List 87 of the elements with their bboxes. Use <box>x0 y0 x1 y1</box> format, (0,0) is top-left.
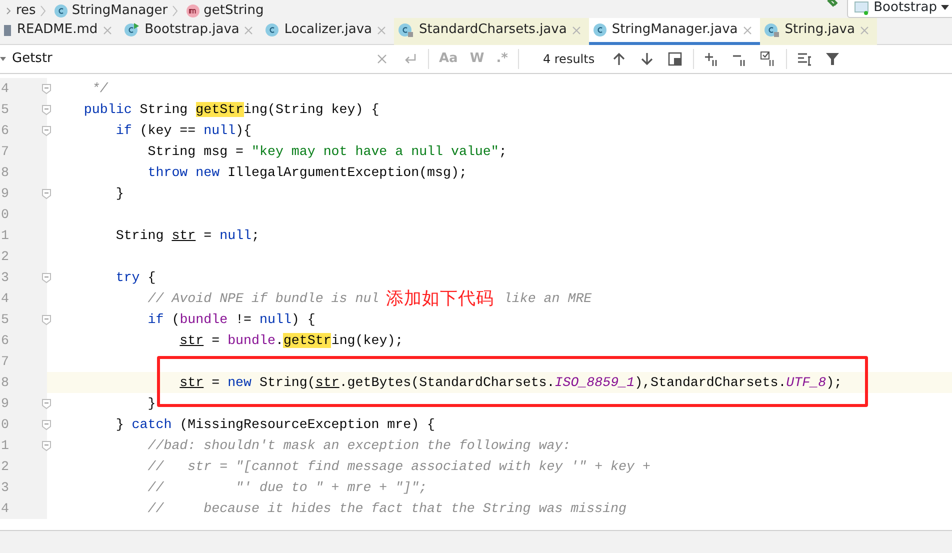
select-all-icon <box>666 51 683 67</box>
fold-icon[interactable] <box>42 84 51 94</box>
line-number: 7 <box>1 142 9 161</box>
run-config-dropdown[interactable]: Bootstrap <box>846 0 952 18</box>
code-line: // because it hides the fact that the String was missing <box>146 500 627 518</box>
editor-tab[interactable]: StringManager.java <box>588 18 760 45</box>
filter-icon <box>824 51 841 67</box>
close-icon <box>102 26 112 34</box>
line-number: 8 <box>1 374 9 392</box>
code-line: str = bundle.getString(key); <box>178 332 404 350</box>
code-line: if (bundle != null) { <box>146 310 316 329</box>
line-number: 6 <box>1 332 9 350</box>
next-icon <box>638 51 655 67</box>
line-number: 3 <box>1 478 9 497</box>
line-number: 6 <box>1 122 9 140</box>
fold-icon[interactable] <box>42 398 51 408</box>
code-line: // "' due to " + mre + "]"; <box>146 478 428 497</box>
line-number: 1 <box>1 436 9 455</box>
line-number: 9 <box>1 394 9 413</box>
editor-tab[interactable]: Localizer.java <box>261 18 394 45</box>
code-line: try { <box>114 268 156 287</box>
fold-icon[interactable] <box>42 188 51 198</box>
line-number: 2 <box>1 248 9 266</box>
previous-icon <box>610 51 627 67</box>
line-number: 3 <box>1 268 9 287</box>
app-icon <box>854 1 870 15</box>
editor-tab[interactable]: StandardCharsets.java <box>394 18 589 45</box>
class-icon <box>592 23 607 37</box>
editor-tab[interactable]: Bootstrap.java <box>120 18 262 45</box>
search-field[interactable]: Getstr <box>8 49 368 69</box>
fold-icon[interactable] <box>42 272 51 282</box>
line-number: 0 <box>1 416 9 434</box>
line-number: 4 <box>1 80 9 98</box>
caret-icon <box>941 5 949 11</box>
class-icon <box>764 22 780 38</box>
class-icon <box>265 23 280 37</box>
breadcrumb-item[interactable]: getString <box>204 3 264 18</box>
editor-tab[interactable]: String.java <box>760 18 877 45</box>
annotation-text: 添加如下代码 <box>386 290 494 310</box>
code-line: //bad: shouldn't mask an exception the following way: <box>146 436 571 455</box>
line-number: 5 <box>1 310 9 329</box>
line-number: 0 <box>1 206 9 224</box>
code-line: str = new String(str.getBytes(StandardCharsets.ISO_8859_1),StandardCharsets.UTF_8); <box>178 374 842 392</box>
fold-icon[interactable] <box>42 314 51 324</box>
line-number: 1 <box>1 226 9 245</box>
code-line: like an MRE <box>504 290 592 308</box>
close-icon <box>860 26 869 34</box>
results-count: 4 results <box>542 51 595 68</box>
fold-icon[interactable] <box>42 440 51 450</box>
code-line: } <box>146 394 156 413</box>
code-line: public String getString(String key) { <box>82 100 380 119</box>
method-icon <box>186 4 200 18</box>
editor-tab[interactable]: README.md <box>0 18 120 45</box>
close-icon <box>244 26 254 34</box>
code-line: // Avoid NPE if bundle is nul <box>146 290 380 308</box>
line-number: 2 <box>1 458 9 476</box>
close-icon <box>572 26 581 34</box>
class-icon <box>398 22 414 38</box>
close-icon <box>742 26 752 34</box>
breadcrumb-item[interactable]: res <box>16 3 36 18</box>
caret-icon <box>0 56 8 62</box>
chevron-icon <box>172 4 178 18</box>
code-line: */ <box>90 80 108 98</box>
fold-icon[interactable] <box>42 126 51 136</box>
line-number: 8 <box>1 164 9 182</box>
code-line: // str = "[cannot find message associated with key '" + key + <box>146 458 650 476</box>
code-line: String str = null; <box>114 226 260 245</box>
close-icon <box>377 26 386 34</box>
line-number: 9 <box>1 184 9 203</box>
breadcrumb-item[interactable]: StringManager <box>72 3 168 18</box>
code-line: throw new IllegalArgumentException(msg); <box>146 164 467 182</box>
fold-icon[interactable] <box>42 420 51 430</box>
code-line: String msg = "key may not have a null value"; <box>146 142 507 161</box>
line-number: 5 <box>1 100 9 119</box>
code-line: if (key == null){ <box>114 122 252 140</box>
code-line: } <box>114 184 124 203</box>
code-line: } catch (MissingResourceException mre) { <box>114 416 436 434</box>
line-number: 7 <box>1 352 9 371</box>
fold-icon[interactable] <box>42 104 51 114</box>
line-number: 4 <box>1 290 9 308</box>
line-number: 4 <box>1 500 9 518</box>
class-icon <box>124 23 140 37</box>
select-occurrences-icon <box>760 51 776 67</box>
file-icon <box>4 23 12 37</box>
class-icon <box>54 4 68 18</box>
filter-lines-icon <box>796 51 813 67</box>
chevron-icon <box>40 4 46 18</box>
